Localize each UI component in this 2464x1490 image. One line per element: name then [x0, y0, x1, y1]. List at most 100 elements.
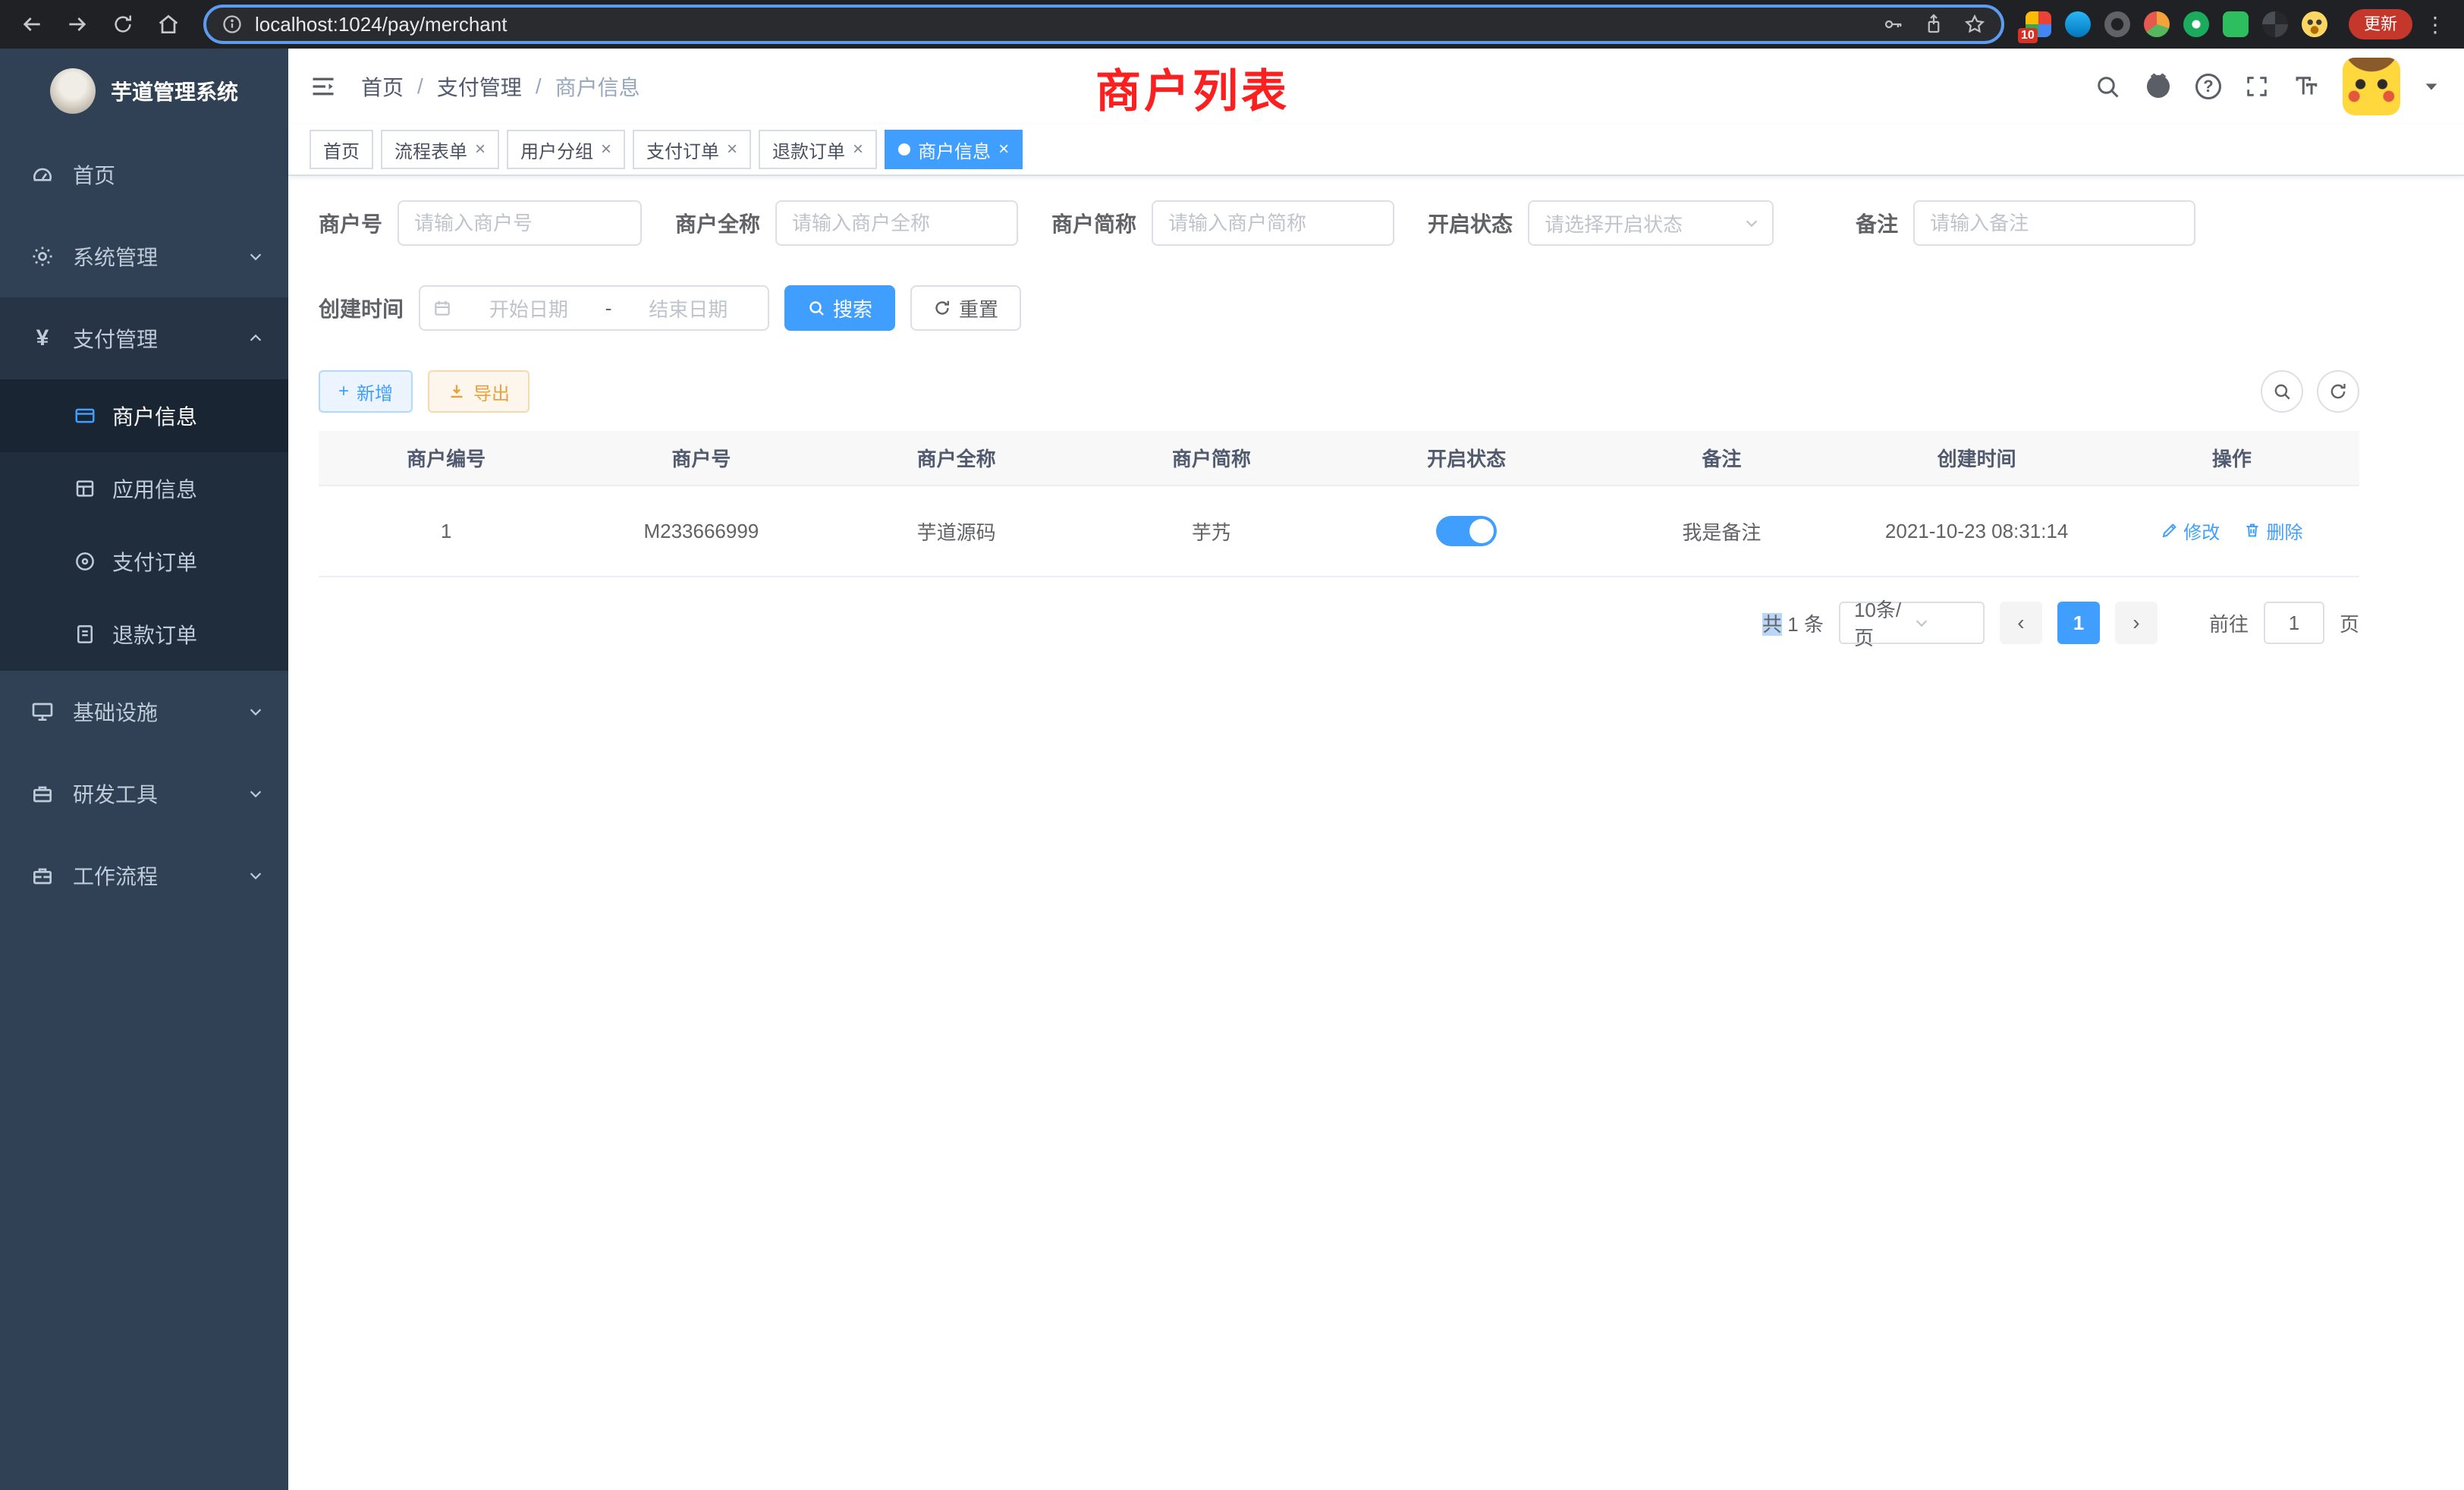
full-name-input[interactable]: [775, 200, 1018, 246]
browser-menu-icon[interactable]: ⋮: [2418, 12, 2452, 37]
extension-icon-4[interactable]: [2144, 11, 2170, 37]
sidebar-item-dev-tools[interactable]: 研发工具: [0, 753, 288, 835]
create-time-range-picker[interactable]: 开始日期 - 结束日期: [419, 285, 769, 331]
extension-icon-1[interactable]: 10: [2026, 11, 2051, 37]
sidebar-item-label: 退款订单: [112, 619, 197, 649]
tab-process-form[interactable]: 流程表单 ×: [381, 130, 499, 169]
edit-link[interactable]: 修改: [2161, 517, 2220, 544]
password-key-icon[interactable]: [1881, 13, 1904, 36]
next-page-button[interactable]: ›: [2115, 602, 2158, 644]
export-button[interactable]: 导出: [428, 370, 530, 413]
breadcrumb-payment[interactable]: 支付管理: [437, 71, 522, 102]
share-icon[interactable]: [1922, 13, 1945, 36]
short-name-input[interactable]: [1152, 200, 1394, 246]
sidebar-item-label: 工作流程: [73, 860, 158, 891]
extension-icon-5[interactable]: [2183, 11, 2209, 37]
sidebar-item-refund-order[interactable]: 退款订单: [0, 598, 288, 671]
help-icon[interactable]: ?: [2195, 74, 2221, 99]
start-date-input[interactable]: 开始日期: [461, 294, 596, 322]
extension-icon-7[interactable]: [2262, 11, 2288, 37]
search-button[interactable]: 搜索: [784, 285, 895, 331]
screen: localhost:1024/pay/merchant 10 更新 ⋮: [0, 0, 2464, 1490]
github-icon[interactable]: [2144, 72, 2173, 101]
toolbox-icon: [30, 781, 55, 806]
extension-icon-3[interactable]: [2104, 11, 2130, 37]
bookmark-star-icon[interactable]: [1963, 13, 1986, 36]
browser-home-button[interactable]: [149, 5, 188, 44]
tab-pay-order[interactable]: 支付订单 ×: [633, 130, 751, 169]
chevron-up-icon: [247, 330, 264, 347]
reset-button[interactable]: 重置: [910, 285, 1021, 331]
tab-label: 商户信息: [918, 137, 991, 163]
fullscreen-icon[interactable]: [2244, 74, 2270, 99]
grid-icon: [73, 477, 97, 500]
merchant-no-input[interactable]: [398, 200, 642, 246]
tab-user-group[interactable]: 用户分组 ×: [507, 130, 625, 169]
close-icon[interactable]: ×: [853, 140, 863, 159]
sidebar-item-system[interactable]: 系统管理: [0, 215, 288, 297]
sidebar-item-merchant-info[interactable]: 商户信息: [0, 379, 288, 452]
total-count: 1: [1787, 613, 1798, 636]
delete-link[interactable]: 删除: [2243, 517, 2302, 544]
breadcrumb: 首页 / 支付管理 / 商户信息: [361, 71, 640, 102]
chevron-down-icon: [247, 867, 264, 884]
chevron-down-icon: [247, 248, 264, 265]
toggle-search-button[interactable]: [2261, 370, 2303, 413]
sidebar-toggle-icon[interactable]: [310, 73, 337, 100]
sidebar-item-payment[interactable]: ¥ 支付管理: [0, 297, 288, 379]
sidebar-item-app-info[interactable]: 应用信息: [0, 452, 288, 525]
close-icon[interactable]: ×: [601, 140, 611, 159]
add-button[interactable]: + 新增: [319, 370, 413, 413]
tab-refund-order[interactable]: 退款订单 ×: [759, 130, 877, 169]
page-size-select[interactable]: 10条/页: [1839, 602, 1985, 644]
merchant-no-label: 商户号: [319, 208, 382, 238]
col-remark: 备注: [1594, 431, 1849, 486]
table-header-row: 商户编号 商户号 商户全称 商户简称 开启状态 备注 创建时间 操作: [319, 431, 2359, 486]
goto-page-input[interactable]: [2264, 602, 2324, 644]
remark-input[interactable]: [1913, 200, 2195, 246]
tab-home[interactable]: 首页: [310, 130, 373, 169]
profile-avatar-icon[interactable]: [2302, 11, 2327, 37]
filter-row-2: 创建时间 开始日期 - 结束日期: [319, 285, 2359, 331]
cell-actions: 修改 删除: [2104, 486, 2359, 577]
status-toggle[interactable]: [1436, 516, 1497, 546]
sidebar-item-infrastructure[interactable]: 基础设施: [0, 671, 288, 753]
home-icon: [156, 12, 181, 36]
font-size-icon[interactable]: [2293, 73, 2320, 100]
extension-icon-6[interactable]: [2223, 11, 2249, 37]
create-time-label: 创建时间: [319, 293, 404, 323]
close-icon[interactable]: ×: [998, 140, 1009, 159]
goto-label: 前往: [2209, 609, 2249, 637]
browser-reload-button[interactable]: [103, 5, 143, 44]
browser-forward-button[interactable]: [58, 5, 97, 44]
site-info-icon[interactable]: [222, 14, 243, 35]
add-button-label: 新增: [357, 379, 393, 405]
tab-merchant-info[interactable]: 商户信息 ×: [885, 130, 1023, 169]
breadcrumb-home[interactable]: 首页: [361, 71, 404, 102]
header-search-icon[interactable]: [2094, 73, 2121, 100]
close-icon[interactable]: ×: [727, 140, 737, 159]
merchant-table: 商户编号 商户号 商户全称 商户简称 开启状态 备注 创建时间 操作: [319, 431, 2359, 577]
refresh-table-button[interactable]: [2317, 370, 2359, 413]
address-bar[interactable]: localhost:1024/pay/merchant: [203, 5, 2004, 44]
extension-icon-2[interactable]: [2065, 11, 2091, 37]
status-select[interactable]: 请选择开启状态: [1528, 200, 1774, 246]
end-date-input[interactable]: 结束日期: [621, 294, 756, 322]
sidebar-item-label: 研发工具: [73, 778, 158, 809]
sidebar-item-pay-order[interactable]: 支付订单: [0, 525, 288, 598]
url-text[interactable]: localhost:1024/pay/merchant: [255, 13, 1869, 36]
browser-chrome: localhost:1024/pay/merchant 10 更新 ⋮: [0, 0, 2464, 49]
sidebar-item-workflow[interactable]: 工作流程: [0, 835, 288, 916]
col-actions: 操作: [2104, 431, 2359, 486]
chevron-down-icon: [1743, 215, 1760, 231]
user-avatar[interactable]: [2343, 58, 2400, 115]
page-1-button[interactable]: 1: [2057, 602, 2100, 644]
user-caret-down-icon[interactable]: [2423, 78, 2440, 95]
browser-back-button[interactable]: [12, 5, 52, 44]
browser-update-button[interactable]: 更新: [2349, 9, 2412, 39]
close-icon[interactable]: ×: [475, 140, 486, 159]
app-logo[interactable]: 芋道管理系统: [0, 49, 288, 134]
breadcrumb-separator: /: [536, 74, 542, 99]
prev-page-button[interactable]: ‹: [2000, 602, 2042, 644]
sidebar-item-home[interactable]: 首页: [0, 134, 288, 215]
